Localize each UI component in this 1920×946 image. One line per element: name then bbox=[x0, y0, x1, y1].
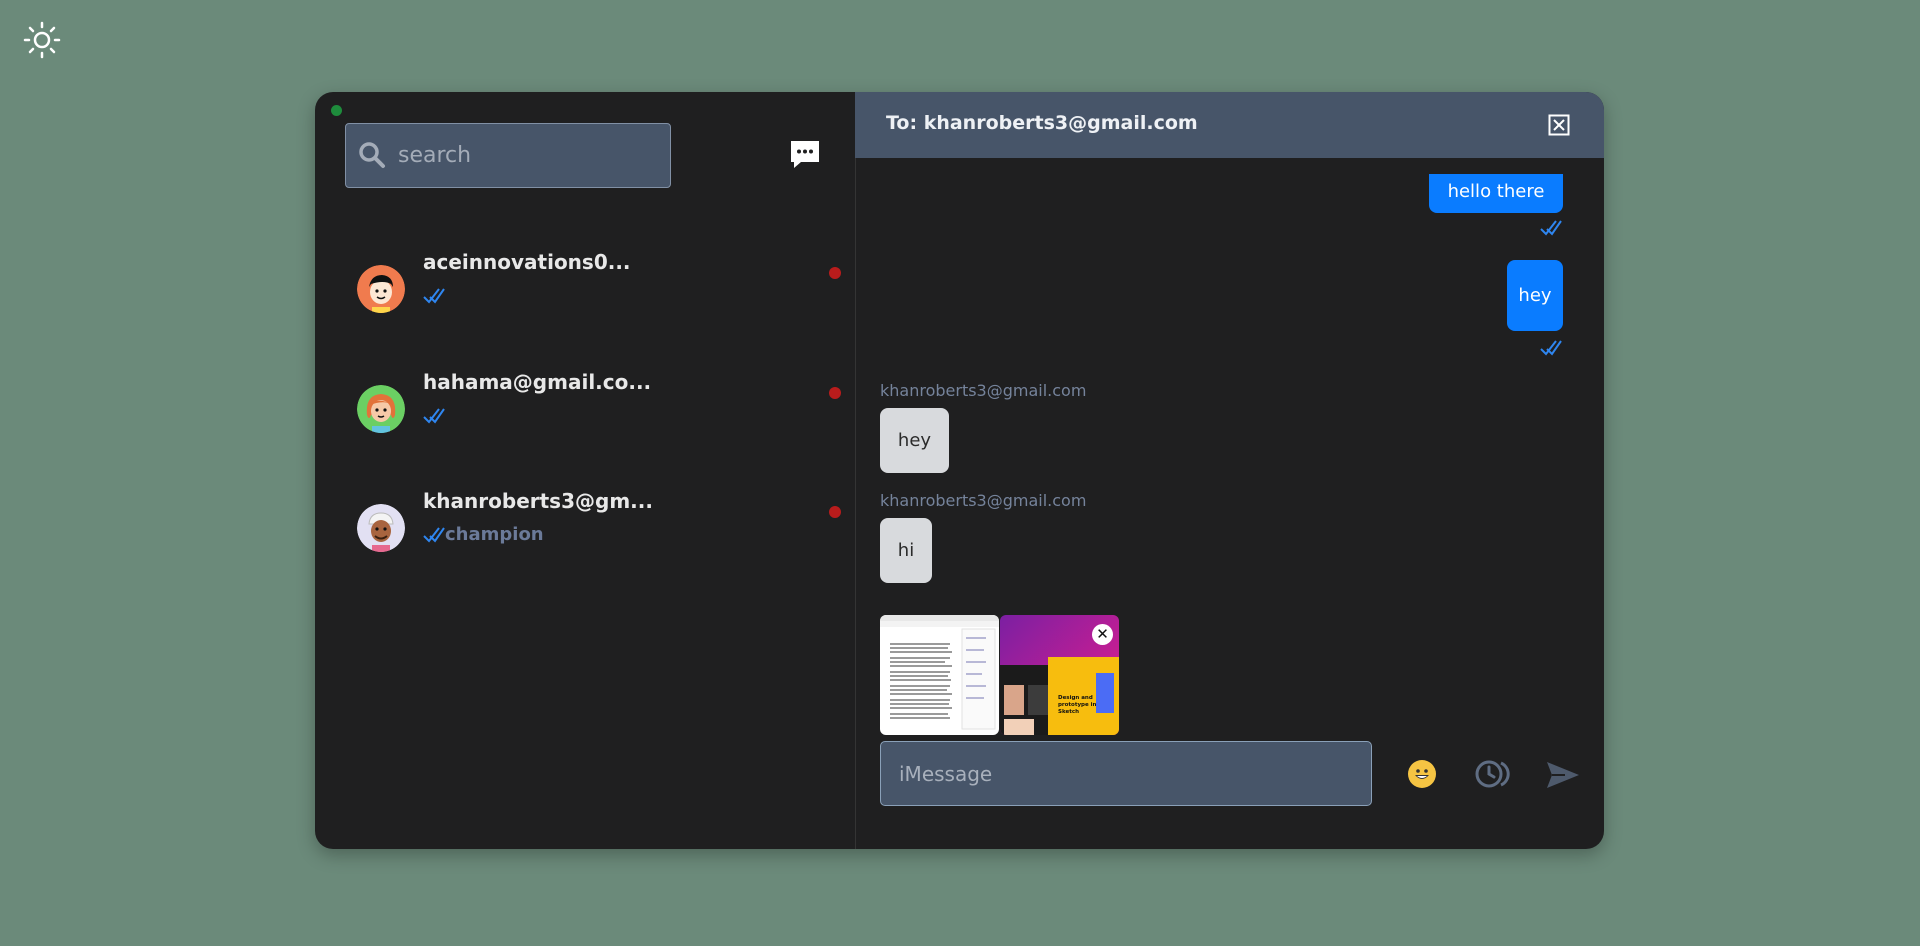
outgoing-message: hello there bbox=[1429, 174, 1563, 213]
schedule-message-button[interactable] bbox=[1475, 759, 1515, 789]
remove-attachment-button[interactable]: ✕ bbox=[1092, 624, 1113, 645]
avatar bbox=[357, 265, 405, 313]
emoji-smile-icon bbox=[1409, 761, 1435, 787]
attachment-previews: Design and prototype in Sketch ✕ bbox=[880, 615, 1130, 737]
new-message-button[interactable] bbox=[789, 138, 821, 170]
theme-toggle-button[interactable] bbox=[22, 20, 62, 60]
message-sender: khanroberts3@gmail.com bbox=[880, 491, 1087, 510]
search-input[interactable] bbox=[398, 124, 658, 187]
search-icon bbox=[359, 142, 385, 168]
message-input[interactable] bbox=[880, 741, 1372, 806]
read-receipt-icon bbox=[423, 288, 445, 304]
svg-text:prototype in: prototype in bbox=[1058, 702, 1097, 708]
close-icon: ✕ bbox=[1096, 625, 1109, 643]
close-chat-button[interactable] bbox=[1548, 114, 1570, 136]
contact-item[interactable]: khanroberts3@gm... champion bbox=[343, 489, 841, 579]
contact-name: hahama@gmail.co... bbox=[423, 370, 652, 394]
avatar bbox=[357, 385, 405, 433]
read-receipt-icon bbox=[1540, 220, 1562, 236]
document-screenshot-image bbox=[880, 615, 999, 735]
sidebar: aceinnovations0... haha bbox=[315, 92, 856, 849]
clock-history-icon bbox=[1475, 760, 1510, 788]
message-list: hello there hey khanroberts3@gmail.com h… bbox=[855, 174, 1587, 592]
messenger-window: aceinnovations0... haha bbox=[315, 92, 1604, 849]
chat-bubble-icon bbox=[791, 141, 819, 168]
attachment-thumbnail[interactable] bbox=[880, 615, 999, 735]
outgoing-message: hey bbox=[1507, 260, 1563, 331]
unread-indicator bbox=[829, 267, 841, 279]
chat-recipient-title: To: khanroberts3@gmail.com bbox=[886, 112, 1198, 134]
read-receipt-icon bbox=[423, 527, 445, 543]
incoming-message: hey bbox=[880, 408, 949, 473]
unread-indicator bbox=[829, 387, 841, 399]
read-receipt-icon bbox=[423, 408, 445, 424]
search-box[interactable] bbox=[345, 123, 671, 188]
chat-header: To: khanroberts3@gmail.com bbox=[855, 92, 1604, 158]
sun-icon bbox=[23, 21, 61, 59]
incoming-message: hi bbox=[880, 518, 932, 583]
send-button[interactable] bbox=[1545, 760, 1581, 790]
contact-name: khanroberts3@gm... bbox=[423, 489, 653, 513]
avatar bbox=[357, 504, 405, 552]
message-preview: champion bbox=[445, 524, 544, 545]
svg-text:Sketch: Sketch bbox=[1058, 709, 1079, 715]
svg-text:Design and: Design and bbox=[1058, 695, 1093, 701]
close-icon bbox=[1548, 114, 1570, 136]
unread-indicator bbox=[829, 506, 841, 518]
contact-item[interactable]: hahama@gmail.co... bbox=[343, 370, 841, 460]
read-receipt-icon bbox=[1540, 340, 1562, 356]
send-icon bbox=[1547, 762, 1579, 788]
message-sender: khanroberts3@gmail.com bbox=[880, 381, 1087, 400]
contact-item[interactable]: aceinnovations0... bbox=[343, 250, 841, 340]
emoji-button[interactable] bbox=[1408, 760, 1436, 788]
chat-panel: To: khanroberts3@gmail.com hello there h… bbox=[855, 92, 1604, 849]
contact-name: aceinnovations0... bbox=[423, 250, 631, 274]
